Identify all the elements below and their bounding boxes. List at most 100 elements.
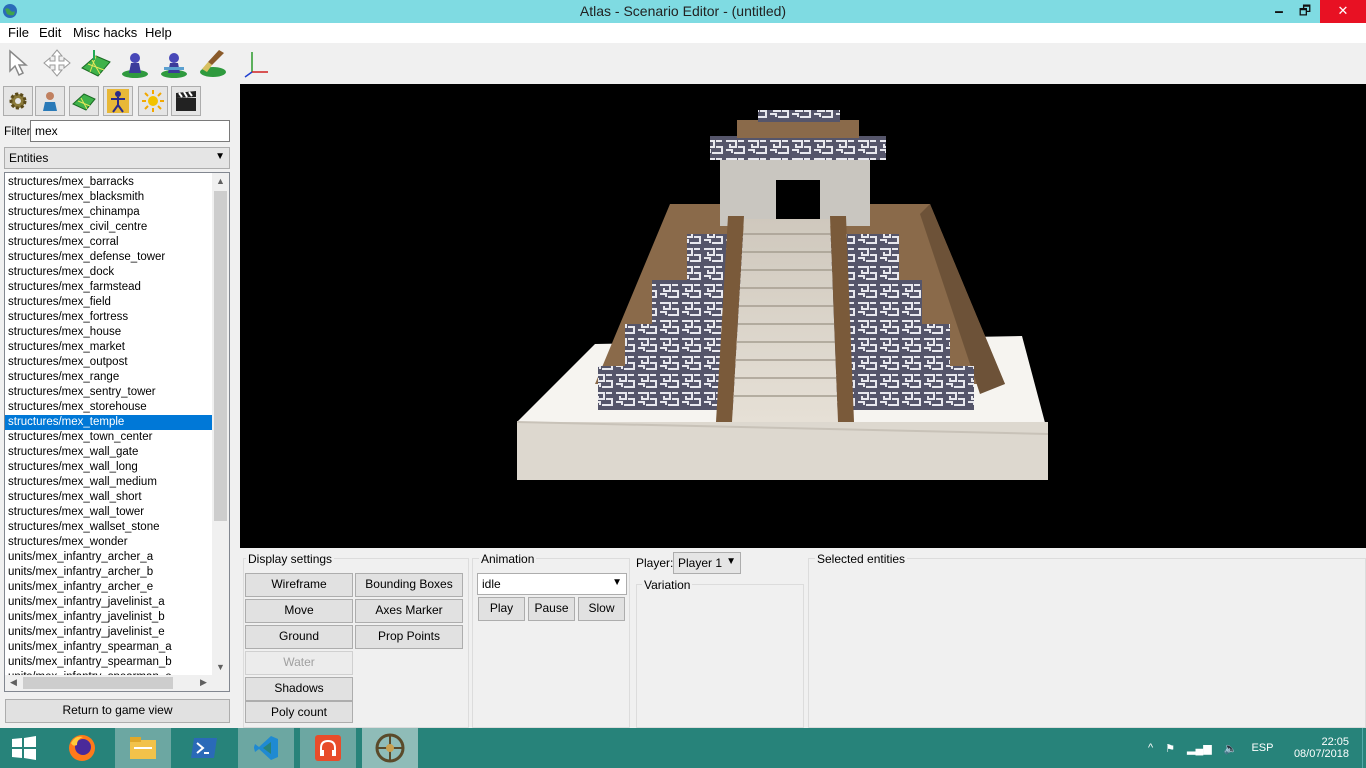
- shadows-button[interactable]: Shadows: [245, 677, 353, 701]
- sun-icon[interactable]: [138, 86, 168, 116]
- list-item[interactable]: structures/mex_wallset_stone: [5, 520, 213, 535]
- chevron-down-icon: ▼: [726, 556, 736, 567]
- list-item[interactable]: structures/mex_outpost: [5, 355, 213, 370]
- bounding-boxes-button[interactable]: Bounding Boxes: [355, 573, 463, 597]
- menu-misc-hacks[interactable]: Misc hacks: [73, 25, 137, 40]
- category-select[interactable]: Entities ▼: [4, 147, 230, 169]
- entity-list[interactable]: structures/mex_barracks structures/mex_bl…: [4, 172, 230, 692]
- wireframe-button[interactable]: Wireframe: [245, 573, 353, 597]
- axes-icon[interactable]: [238, 46, 272, 80]
- 3d-viewport[interactable]: [240, 84, 1366, 548]
- move-cross-icon[interactable]: [40, 46, 74, 80]
- list-item[interactable]: units/mex_infantry_spearman_a: [5, 640, 213, 655]
- pause-button[interactable]: Pause: [528, 597, 575, 621]
- vertical-scrollbar[interactable]: ▲ ▼: [212, 173, 229, 676]
- list-item[interactable]: units/mex_infantry_archer_b: [5, 565, 213, 580]
- player-select[interactable]: Player 1 ▼: [673, 552, 741, 574]
- list-item[interactable]: structures/mex_market: [5, 340, 213, 355]
- menu-edit[interactable]: Edit: [39, 25, 61, 40]
- list-item[interactable]: structures/mex_town_center: [5, 430, 213, 445]
- list-item[interactable]: structures/mex_farmstead: [5, 280, 213, 295]
- prop-points-button[interactable]: Prop Points: [355, 625, 463, 649]
- list-item[interactable]: units/mex_infantry_javelinist_b: [5, 610, 213, 625]
- list-item[interactable]: structures/mex_storehouse: [5, 400, 213, 415]
- list-item[interactable]: structures/mex_wonder: [5, 535, 213, 550]
- move-button[interactable]: Move: [245, 599, 353, 623]
- return-to-game-view-button[interactable]: Return to game view: [5, 699, 230, 723]
- chevron-down-icon: ▼: [215, 151, 225, 162]
- firefox-icon[interactable]: [58, 728, 106, 768]
- file-explorer-icon[interactable]: [115, 728, 171, 768]
- play-button[interactable]: Play: [478, 597, 525, 621]
- language-indicator[interactable]: ESP: [1251, 742, 1273, 754]
- player-pawn-2-icon[interactable]: [157, 46, 191, 80]
- player-pawn-icon[interactable]: [118, 46, 152, 80]
- list-item[interactable]: structures/mex_temple: [5, 415, 213, 430]
- figure-icon[interactable]: [103, 86, 133, 116]
- clapperboard-icon[interactable]: [171, 86, 201, 116]
- water-button[interactable]: Water: [245, 651, 353, 675]
- person-icon[interactable]: [35, 86, 65, 116]
- variation-title: Variation: [642, 578, 693, 592]
- entity-list-items: structures/mex_barracks structures/mex_bl…: [5, 175, 213, 685]
- powershell-icon[interactable]: [180, 728, 228, 768]
- list-item[interactable]: structures/mex_defense_tower: [5, 250, 213, 265]
- paint-brush-icon[interactable]: [196, 46, 230, 80]
- close-button[interactable]: ✕: [1320, 0, 1366, 23]
- scroll-down-icon[interactable]: ▼: [216, 662, 225, 672]
- maximize-button[interactable]: 🗗: [1290, 0, 1320, 23]
- scroll-right-icon[interactable]: ▶: [200, 677, 207, 688]
- scroll-left-icon[interactable]: ◀: [10, 677, 17, 688]
- headphones-app-icon[interactable]: [300, 728, 356, 768]
- axes-marker-button[interactable]: Axes Marker: [355, 599, 463, 623]
- flag-icon[interactable]: ⚑: [1165, 742, 1175, 755]
- temple-model-render: [516, 110, 1049, 480]
- list-item[interactable]: units/mex_infantry_javelinist_e: [5, 625, 213, 640]
- list-item[interactable]: structures/mex_dock: [5, 265, 213, 280]
- list-item[interactable]: structures/mex_corral: [5, 235, 213, 250]
- terrain-icon[interactable]: [79, 46, 113, 80]
- list-item[interactable]: structures/mex_barracks: [5, 175, 213, 190]
- speaker-icon[interactable]: 🔈: [1224, 742, 1238, 755]
- clock[interactable]: 22:05 08/07/2018: [1283, 728, 1349, 768]
- gear-icon[interactable]: [3, 86, 33, 116]
- list-item[interactable]: structures/mex_range: [5, 370, 213, 385]
- menu-help[interactable]: Help: [145, 25, 172, 40]
- show-desktop-button[interactable]: [1362, 728, 1366, 768]
- network-icon[interactable]: ▂▄▆: [1187, 742, 1212, 755]
- list-item[interactable]: structures/mex_sentry_tower: [5, 385, 213, 400]
- list-item[interactable]: structures/mex_wall_tower: [5, 505, 213, 520]
- chevron-up-icon[interactable]: ^: [1148, 742, 1153, 754]
- chevron-down-icon: ▼: [612, 577, 622, 588]
- slow-button[interactable]: Slow: [578, 597, 625, 621]
- list-item[interactable]: structures/mex_blacksmith: [5, 190, 213, 205]
- vscode-icon[interactable]: [238, 728, 294, 768]
- terrain-tile-icon[interactable]: [69, 86, 99, 116]
- atlas-editor-icon[interactable]: [362, 728, 418, 768]
- list-item[interactable]: structures/mex_wall_gate: [5, 445, 213, 460]
- poly-count-button[interactable]: Poly count: [245, 701, 353, 723]
- filter-input[interactable]: [30, 120, 230, 142]
- list-item[interactable]: units/mex_infantry_javelinist_a: [5, 595, 213, 610]
- animation-select[interactable]: idle ▼: [477, 573, 627, 595]
- list-item[interactable]: structures/mex_fortress: [5, 310, 213, 325]
- list-item[interactable]: structures/mex_wall_long: [5, 460, 213, 475]
- list-item[interactable]: structures/mex_field: [5, 295, 213, 310]
- list-item[interactable]: structures/mex_chinampa: [5, 205, 213, 220]
- select-arrow-icon[interactable]: [2, 46, 36, 80]
- scroll-thumb[interactable]: [214, 191, 227, 521]
- list-item[interactable]: units/mex_infantry_archer_a: [5, 550, 213, 565]
- menu-file[interactable]: File: [8, 25, 29, 40]
- list-item[interactable]: structures/mex_house: [5, 325, 213, 340]
- list-item[interactable]: structures/mex_wall_short: [5, 490, 213, 505]
- horizontal-scrollbar[interactable]: ◀ ▶: [5, 675, 229, 691]
- scroll-up-icon[interactable]: ▲: [216, 176, 225, 186]
- list-item[interactable]: units/mex_infantry_spearman_b: [5, 655, 213, 670]
- player-select-value: Player 1: [678, 556, 723, 570]
- list-item[interactable]: structures/mex_civil_centre: [5, 220, 213, 235]
- list-item[interactable]: units/mex_infantry_archer_e: [5, 580, 213, 595]
- list-item[interactable]: structures/mex_wall_medium: [5, 475, 213, 490]
- windows-start-icon[interactable]: [0, 728, 48, 768]
- ground-button[interactable]: Ground: [245, 625, 353, 649]
- hscroll-thumb[interactable]: [23, 677, 173, 689]
